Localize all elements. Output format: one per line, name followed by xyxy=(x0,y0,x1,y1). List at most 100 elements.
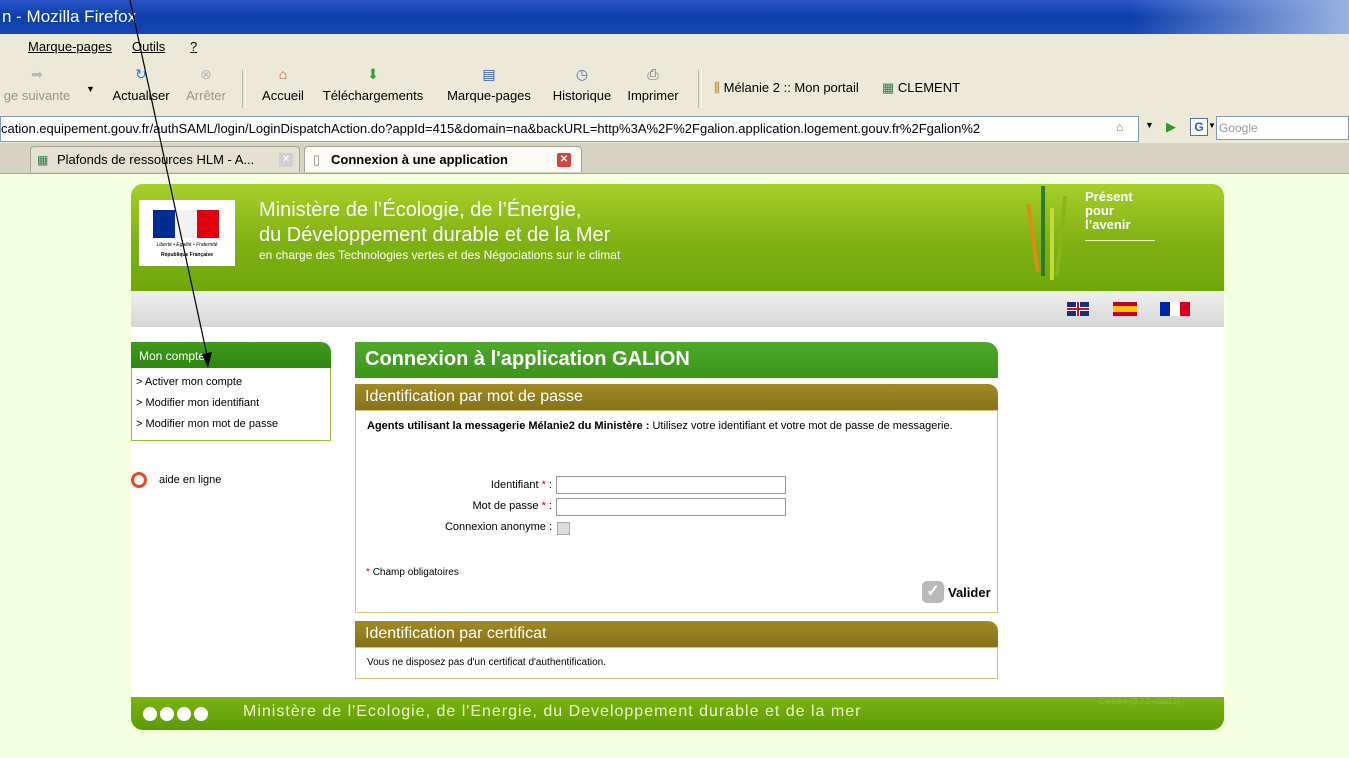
go-icon[interactable]: ▶ xyxy=(1166,119,1176,135)
stop-icon: ⊗ xyxy=(200,66,212,82)
window-title: n - Mozilla Firefox xyxy=(2,7,137,26)
downloads-label: Téléchargements xyxy=(322,88,424,103)
menu-help[interactable]: ? xyxy=(190,39,197,54)
sidebar-item-modify-password[interactable]: > Modifier mon mot de passe xyxy=(136,418,278,430)
lifebuoy-icon xyxy=(131,472,147,488)
forward-arrow-icon: ➡ xyxy=(31,66,43,82)
identifiant-label: Identifiant * : xyxy=(490,479,552,491)
menu-bookmarks[interactable]: Marque-pages xyxy=(28,39,112,54)
required-star: * xyxy=(541,500,546,512)
help-link-label: aide en ligne xyxy=(159,474,222,486)
sidebar-item-label: Activer mon compte xyxy=(144,376,243,388)
certificate-message: Vous ne disposez pas d'un certificat d'a… xyxy=(367,657,606,668)
toolbar-separator xyxy=(242,70,246,108)
submit-label: Valider xyxy=(948,585,991,600)
rss-icon[interactable]: ⌂ xyxy=(1116,120,1124,134)
printer-icon: ⎙ xyxy=(647,66,659,82)
next-page-label: ge suivante xyxy=(3,88,71,103)
home-label: Accueil xyxy=(262,88,304,103)
close-tab-icon[interactable]: ✕ xyxy=(557,153,571,167)
tab-connexion[interactable]: ▯ Connexion à une application ✕ xyxy=(304,146,582,172)
spanish-flag-icon[interactable] xyxy=(1113,302,1137,316)
sidebar-menu: > Activer mon compte > Modifier mon iden… xyxy=(131,368,331,441)
password-input[interactable] xyxy=(556,498,786,516)
site-header: Liberté • Égalité • Fraternité Républiqu… xyxy=(131,184,1224,291)
ministry-name-line2: du Développement durable et de la Mer xyxy=(259,224,611,246)
address-field[interactable]: cation.equipement.gouv.fr/authSAML/login… xyxy=(0,116,1139,142)
anonymous-checkbox[interactable] xyxy=(557,522,570,535)
footer-text: Ministère de l'Ecologie, de l'Energie, d… xyxy=(243,703,862,720)
url-dropdown-icon[interactable]: ▼ xyxy=(1145,120,1154,130)
identifiant-input[interactable] xyxy=(556,476,786,494)
required-note: * Champ obligatoires xyxy=(366,567,459,578)
logo-caption-motto: Liberté • Égalité • Fraternité xyxy=(156,242,218,248)
downloads-button[interactable]: ⬇ Téléchargements xyxy=(314,66,432,103)
slogan-bar-decoration xyxy=(1041,186,1045,276)
required-star: * xyxy=(366,567,370,578)
bookmark-clement-label: CLEMENT xyxy=(897,80,961,95)
marianne-logo: Liberté • Égalité • Fraternité Républiqu… xyxy=(139,200,235,266)
search-engine-dropdown-icon[interactable]: ▼ xyxy=(1208,121,1216,130)
stop-label: Arrêter xyxy=(186,88,226,103)
site-footer: Ministère de l'Ecologie, de l'Energie, d… xyxy=(131,697,1224,730)
close-tab-icon[interactable]: ✕ xyxy=(279,153,293,167)
required-star: * xyxy=(541,479,546,491)
tab-connexion-label: Connexion à une application xyxy=(331,152,508,167)
slogan-bar-decoration xyxy=(1026,204,1040,272)
clock-icon: ◷ xyxy=(575,66,589,82)
navigation-toolbar: ➡ ge suivante ▼ ↻ Actualiser ⊗ Arrêter ⌂… xyxy=(0,60,1349,114)
search-placeholder: Google xyxy=(1219,121,1258,135)
sidebar-item-label: Modifier mon identifiant xyxy=(145,397,260,409)
history-label: Historique xyxy=(552,88,612,103)
home-icon: ⌂ xyxy=(278,66,288,82)
page-title: Connexion à l'application GALION xyxy=(365,348,690,370)
certificate-section-body: Vous ne disposez pas d'un certificat d'a… xyxy=(355,647,998,679)
ministry-name: Ministère de l’Écologie, de l’Énergie, d… xyxy=(259,198,610,248)
identifiant-label-text: Identifiant xyxy=(490,479,539,491)
reload-icon: ↻ xyxy=(135,66,147,82)
history-button[interactable]: ◷ Historique xyxy=(544,66,620,103)
english-flag-icon[interactable] xyxy=(1067,302,1089,316)
address-text: cation.equipement.gouv.fr/authSAML/login… xyxy=(1,121,981,136)
french-flag-icon[interactable] xyxy=(1160,302,1190,316)
bookmark-melanie-label: Mélanie 2 :: Mon portail xyxy=(723,80,859,95)
stop-button[interactable]: ⊗ Arrêter xyxy=(180,66,232,103)
intro-text: Utilisez votre identifiant et votre mot … xyxy=(649,420,953,432)
window-title-bar: n - Mozilla Firefox xyxy=(0,0,1349,34)
page-icon: ▯ xyxy=(313,152,321,167)
print-label: Imprimer xyxy=(627,88,679,103)
footer-version: Cerbère (3.7.2-ctsa12) xyxy=(1099,697,1180,706)
intro-bold: Agents utilisant la messagerie Mélanie2 … xyxy=(367,420,650,432)
home-button[interactable]: ⌂ Accueil xyxy=(256,66,310,103)
slogan-line1: Présent xyxy=(1085,189,1133,204)
bookmark-melanie[interactable]: ⫼ Mélanie 2 :: Mon portail xyxy=(714,80,859,96)
search-input[interactable]: Google xyxy=(1216,116,1349,140)
slogan: Présent pour l’avenir xyxy=(1085,190,1155,241)
google-search-engine-icon[interactable]: G xyxy=(1190,118,1208,136)
reload-button[interactable]: ↻ Actualiser xyxy=(104,66,178,103)
main-title-bar: Connexion à l'application GALION xyxy=(355,342,998,378)
certificate-section-header: Identification par certificat xyxy=(355,621,998,647)
slogan-bar-decoration xyxy=(1054,196,1068,276)
sidebar-item-modify-id[interactable]: > Modifier mon identifiant xyxy=(136,397,259,409)
bookmark-icon: ⫼ xyxy=(714,80,720,95)
next-page-button[interactable]: ➡ ge suivante xyxy=(2,66,72,103)
required-note-text: Champ obligatoires xyxy=(372,567,459,578)
anonymous-label: Connexion anonyme : xyxy=(444,521,552,533)
bookmark-clement[interactable]: ▦ CLEMENT xyxy=(882,80,960,96)
print-button[interactable]: ⎙ Imprimer xyxy=(622,66,684,103)
footer-dots-icon xyxy=(143,707,208,724)
slogan-line2: pour xyxy=(1085,203,1114,218)
sidebar-item-activate-account[interactable]: > Activer mon compte xyxy=(136,376,242,388)
download-icon: ⬇ xyxy=(367,66,379,82)
password-section-header: Identification par mot de passe xyxy=(355,384,998,410)
ministry-subtitle: en charge des Technologies vertes et des… xyxy=(259,248,621,262)
tab-plafonds[interactable]: ▦ Plafonds de ressources HLM - A... ✕ xyxy=(30,146,300,172)
sidebar-item-label: Modifier mon mot de passe xyxy=(145,418,279,430)
menu-tools[interactable]: Outils xyxy=(132,39,165,54)
chevron-right-icon: > xyxy=(136,418,143,430)
bookmark-icon: ▦ xyxy=(882,80,895,95)
language-band xyxy=(131,291,1224,327)
bookmarks-button[interactable]: ▤ Marque-pages xyxy=(438,66,540,103)
history-dropdown-icon[interactable]: ▼ xyxy=(86,84,95,94)
